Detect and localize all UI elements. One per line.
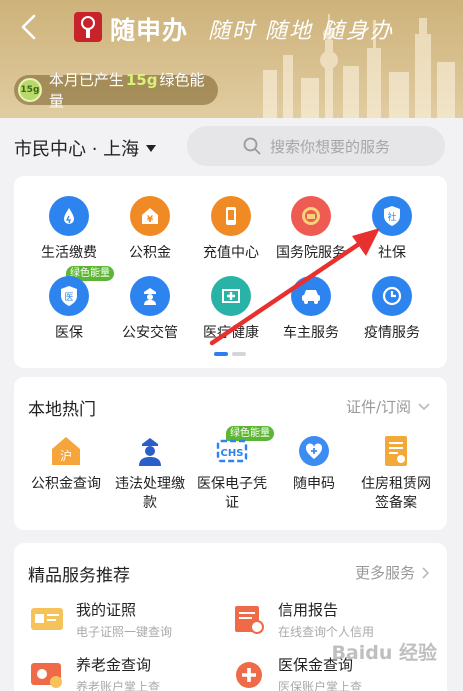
hot-label: 违法处理缴 bbox=[115, 476, 185, 492]
energy-text: 本月已产生 15g 绿色能量 bbox=[49, 69, 218, 111]
app-slogan: 随时 随地 随身办 bbox=[208, 19, 394, 44]
recommended-services-section: 精品服务推荐 更多服务 我的证照 电子证照一键查询 信用报告 在线查询个人信用 … bbox=[14, 543, 447, 691]
energy-badge-icon: 15g bbox=[18, 78, 42, 102]
service-label: 公积金 bbox=[129, 245, 171, 261]
service-state-council[interactable]: 国务院服务 bbox=[268, 196, 354, 262]
search-icon bbox=[243, 137, 261, 155]
page-dot-active bbox=[214, 352, 228, 356]
local-hot-section: 本地热门 证件/订阅 沪 公积金查询 违法处理缴款 绿色能量 CHS 医保电子凭… bbox=[14, 377, 447, 530]
service-traffic-police[interactable]: 公安交管 bbox=[107, 276, 193, 342]
city-label: 市民中心 · 上海 bbox=[14, 139, 140, 160]
app-name: 随申办 bbox=[110, 16, 189, 45]
rec-title: 养老金查询 bbox=[76, 656, 152, 674]
svg-text:CHS: CHS bbox=[221, 448, 244, 459]
hot-label-2: 签备案 bbox=[375, 495, 417, 511]
rec-subtitle: 电子证照一键查询 bbox=[76, 625, 173, 639]
page-dot bbox=[232, 352, 246, 356]
chs-icon: CHS bbox=[214, 433, 250, 469]
service-car-owner[interactable]: 车主服务 bbox=[268, 276, 354, 342]
house-icon: 沪 bbox=[48, 433, 84, 469]
chevron-down-icon bbox=[418, 402, 430, 410]
car-icon bbox=[291, 276, 331, 316]
police-officer-icon bbox=[132, 433, 168, 469]
service-grid: 生活缴费 ¥ 公积金 充值中心 国务院服务 社 社保 绿色能量 医 医保 公安交… bbox=[14, 176, 447, 368]
svg-text:¥: ¥ bbox=[147, 215, 154, 225]
section-title: 精品服务推荐 bbox=[28, 566, 130, 586]
hot-item-suishen-code[interactable]: 随申码 bbox=[268, 433, 360, 494]
energy-amount: 15g bbox=[125, 71, 158, 89]
location-search-bar: 市民中心 · 上海 搜索你想要的服务 bbox=[0, 118, 463, 174]
service-label: 车主服务 bbox=[283, 325, 339, 341]
service-label: 国务院服务 bbox=[276, 245, 346, 261]
green-energy-banner[interactable]: 15g 本月已产生 15g 绿色能量 bbox=[14, 71, 218, 110]
water-drop-icon bbox=[49, 196, 89, 236]
phone-icon bbox=[211, 196, 251, 236]
rec-title: 信用报告 bbox=[278, 601, 339, 619]
service-label: 公安交管 bbox=[122, 325, 178, 341]
national-emblem-icon bbox=[291, 196, 331, 236]
shield-icon: 社 bbox=[372, 196, 412, 236]
link-label: 证件/订阅 bbox=[345, 398, 411, 416]
page-indicator bbox=[214, 352, 246, 356]
service-housing-fund[interactable]: ¥ 公积金 bbox=[107, 196, 193, 262]
back-arrow-icon[interactable] bbox=[16, 12, 44, 42]
service-label: 社保 bbox=[378, 245, 406, 261]
yuan-house-icon: ¥ bbox=[130, 196, 170, 236]
search-input[interactable]: 搜索你想要的服务 bbox=[187, 126, 445, 166]
certificates-link[interactable]: 证件/订阅 bbox=[346, 396, 431, 417]
hot-label: 医保电子凭 bbox=[197, 476, 267, 492]
service-social-security[interactable]: 社 社保 bbox=[349, 196, 435, 262]
baidu-watermark: Baidu 经验 bbox=[331, 642, 437, 664]
shield-glyph: 医 bbox=[64, 292, 73, 303]
link-label: 更多服务 bbox=[354, 564, 415, 582]
medical-card-icon bbox=[236, 662, 262, 688]
rec-subtitle: 养老账户掌上查 bbox=[76, 680, 161, 691]
chevron-right-icon bbox=[422, 566, 430, 579]
service-epidemic[interactable]: 疫情服务 bbox=[349, 276, 435, 342]
section-title: 本地热门 bbox=[28, 400, 96, 420]
hot-label: 住房租赁网 bbox=[361, 476, 431, 492]
energy-prefix: 本月已产生 bbox=[48, 71, 124, 89]
hot-item-housing-fund-query[interactable]: 沪 公积金查询 bbox=[20, 433, 112, 494]
service-label: 生活缴费 bbox=[41, 245, 97, 261]
service-top-up[interactable]: 充值中心 bbox=[188, 196, 274, 262]
header-banner: 随申办 随时 随地 随身办 15g 本月已产生 15g 绿色能量 bbox=[0, 0, 463, 118]
service-utility-payment[interactable]: 生活缴费 bbox=[26, 196, 112, 262]
service-medical-insurance[interactable]: 医 医保 bbox=[26, 276, 112, 342]
rec-item-credit-report[interactable]: 信用报告 在线查询个人信用 bbox=[232, 599, 374, 640]
rec-subtitle: 医保账户掌上查 bbox=[278, 680, 363, 691]
search-placeholder: 搜索你想要的服务 bbox=[270, 137, 391, 156]
shield-icon: 医 bbox=[49, 276, 89, 316]
service-label: 医保 bbox=[55, 325, 83, 341]
hot-label-2: 证 bbox=[225, 495, 239, 511]
hot-item-medical-e-voucher[interactable]: CHS 医保电子凭证 bbox=[186, 433, 278, 513]
report-icon bbox=[235, 606, 264, 634]
hot-label-2: 款 bbox=[143, 495, 157, 511]
hot-label: 随申码 bbox=[293, 476, 335, 492]
pension-icon bbox=[31, 663, 62, 688]
service-medical-health[interactable]: 医疗健康 bbox=[188, 276, 274, 342]
heart-plus-icon bbox=[296, 433, 332, 469]
hot-label: 公积金查询 bbox=[31, 476, 101, 492]
shield-glyph: 社 bbox=[387, 211, 396, 223]
more-services-link[interactable]: 更多服务 bbox=[355, 562, 431, 583]
hot-item-violation-payment[interactable]: 违法处理缴款 bbox=[104, 433, 196, 513]
service-label: 充值中心 bbox=[203, 245, 259, 261]
police-icon bbox=[130, 276, 170, 316]
rec-item-pension-query[interactable]: 养老金查询 养老账户掌上查 bbox=[30, 654, 160, 691]
id-card-icon bbox=[31, 608, 63, 630]
caret-down-icon bbox=[146, 144, 157, 152]
clock-icon bbox=[372, 276, 412, 316]
document-icon bbox=[378, 433, 414, 469]
hot-item-rental-filing[interactable]: 住房租赁网 签备案 bbox=[350, 433, 442, 513]
city-selector[interactable]: 市民中心 · 上海 bbox=[14, 135, 157, 161]
service-label: 疫情服务 bbox=[364, 325, 420, 341]
rec-item-my-certificates[interactable]: 我的证照 电子证照一键查询 bbox=[30, 599, 172, 640]
medical-cross-icon bbox=[211, 276, 251, 316]
rec-title: 我的证照 bbox=[76, 601, 137, 619]
app-logo-icon bbox=[74, 12, 102, 42]
svg-text:沪: 沪 bbox=[60, 449, 72, 463]
service-label: 医疗健康 bbox=[203, 325, 259, 341]
